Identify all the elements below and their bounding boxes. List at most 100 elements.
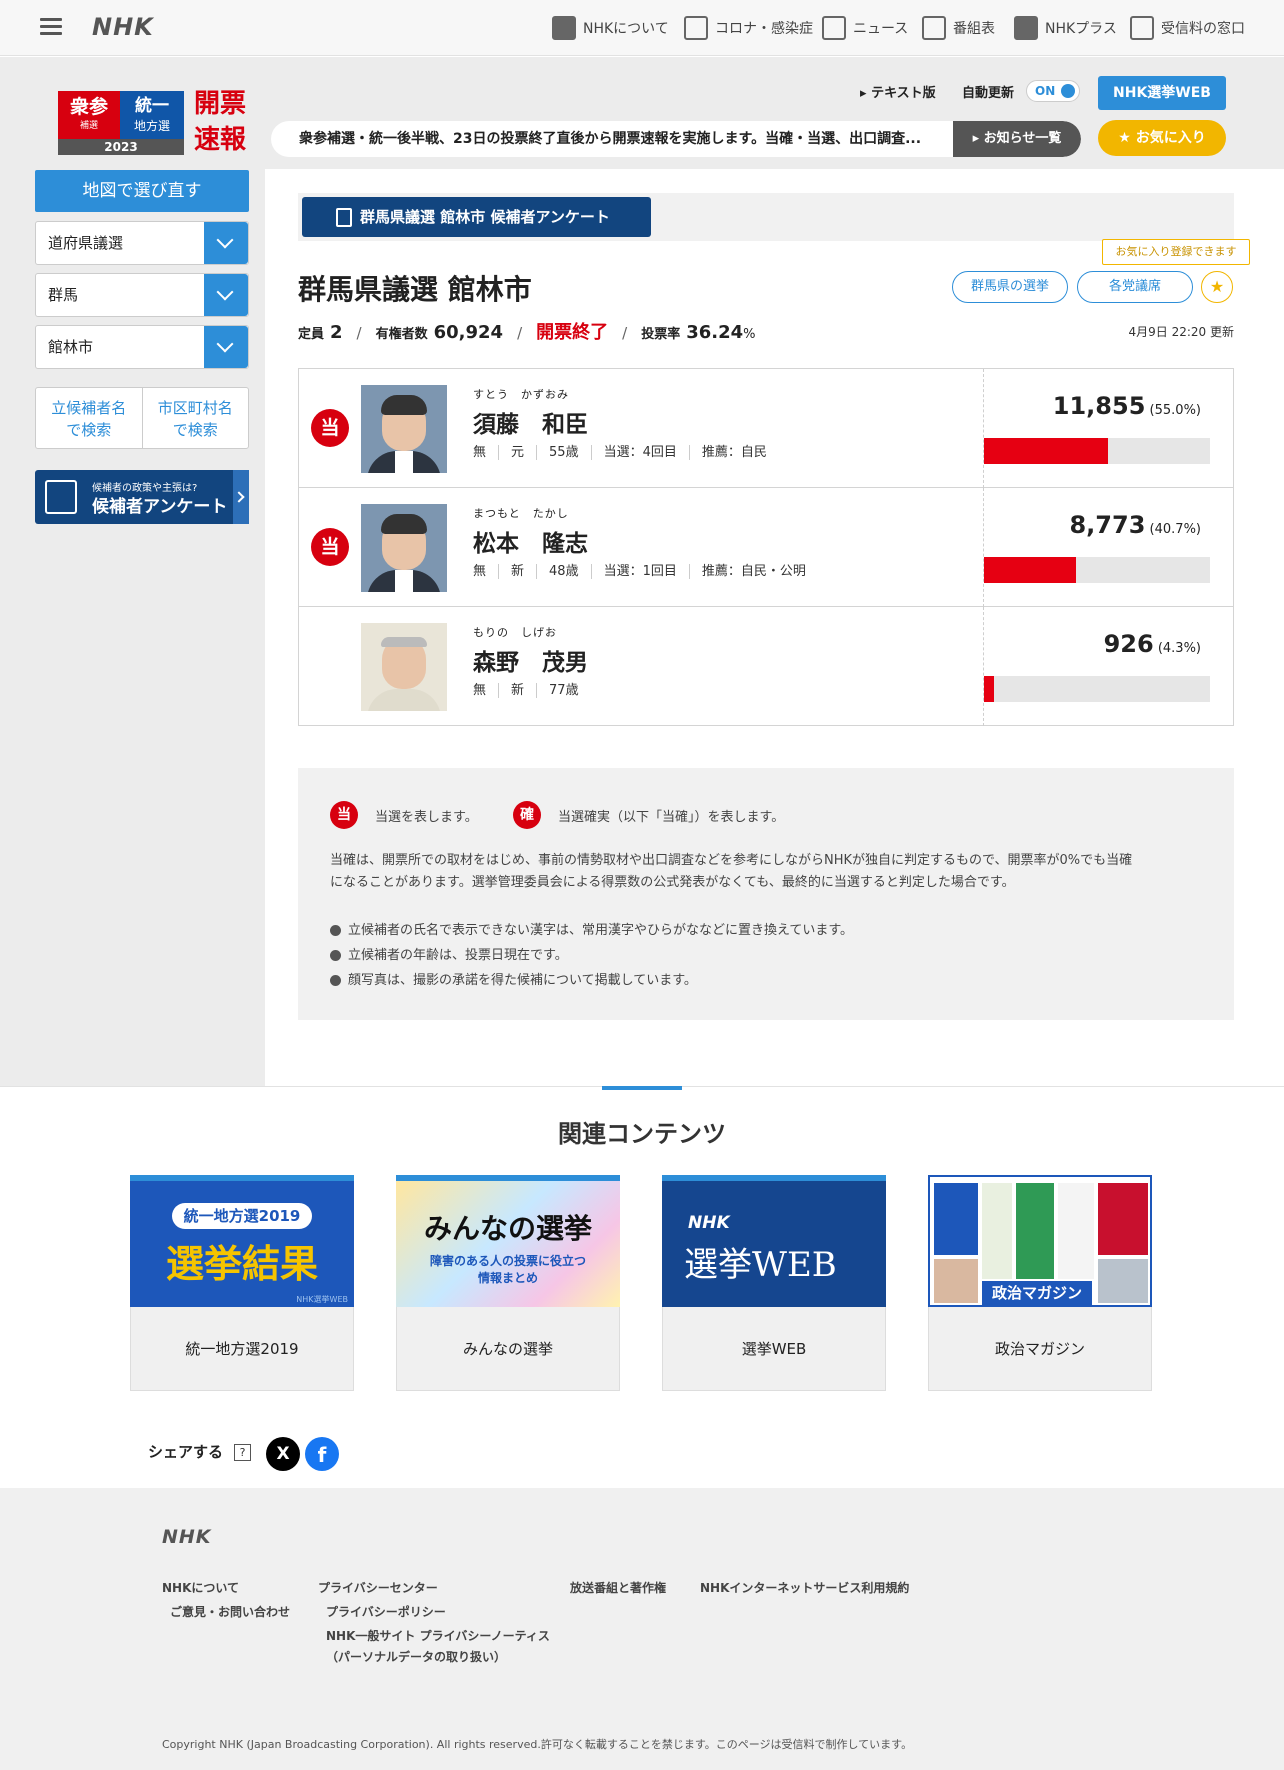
select-value: 道府県議選	[48, 234, 124, 252]
nav-news[interactable]: ニュース	[822, 14, 908, 42]
auto-update-toggle[interactable]: ON	[1026, 80, 1080, 102]
count-status: 開票終了	[536, 322, 609, 343]
candidate-name[interactable]: 須藤 和臣	[473, 405, 779, 439]
nav-program-guide[interactable]: 番組表	[922, 14, 995, 42]
card-caption: みんなの選挙	[462, 1340, 553, 1358]
vote-column: 926 (4.3%)	[983, 607, 1233, 726]
nav-label: ニュース	[853, 21, 909, 37]
footer-privacy-notice-link[interactable]: NHK一般サイト プライバシーノーティス （パーソナルデータの取り扱い）	[326, 1627, 550, 1665]
candidate-results-table: 当 すとう かずおみ 須藤 和臣 無 元 55歳 当選：4回目 推薦：自民 11…	[298, 368, 1234, 726]
live-results-headline: 開票 速報	[194, 86, 254, 158]
candidate-survey-banner[interactable]: 候補者の政策や主張は? 候補者アンケート	[35, 470, 249, 524]
search-by-candidate-link[interactable]: 立候補者名 で検索	[36, 388, 142, 448]
menu-icon[interactable]	[40, 18, 62, 36]
turnout-value: 36.24	[686, 322, 744, 343]
related-card-2019-results[interactable]: 統一地方選2019 選挙結果 NHK選挙WEB 統一地方選2019	[130, 1175, 354, 1391]
chevron-down-icon[interactable]	[204, 222, 248, 264]
logo-red-top: 衆参	[69, 96, 108, 118]
footer-contact-link[interactable]: ご意見・お問い合わせ	[170, 1603, 290, 1620]
select-value: 群馬	[48, 286, 79, 304]
prefecture-select[interactable]: 群馬	[35, 273, 249, 317]
candidate-age: 55歳	[536, 445, 591, 460]
candidate-info: もりの しげお 森野 茂男 無 新 77歳	[473, 624, 591, 698]
footer-about-link[interactable]: NHKについて	[162, 1579, 239, 1596]
logo-blue-bottom: 地方選	[133, 119, 170, 133]
survey-title: 候補者アンケート	[92, 497, 228, 517]
candidate-wins: 当選：1回目	[590, 564, 689, 579]
logo-red-block: 衆参 補選	[58, 91, 120, 139]
text-version-link[interactable]: ▸ テキスト版	[860, 82, 936, 101]
related-card-politics-magazine[interactable]: 政治マガジン 政治マガジン	[928, 1175, 1152, 1391]
thumb-mark: NHK選挙WEB	[296, 1295, 348, 1304]
footer-privacy-center-link[interactable]: プライバシーセンター	[318, 1579, 438, 1596]
card-thumbnail: 政治マガジン	[928, 1175, 1152, 1307]
candidate-age: 77歳	[536, 683, 591, 698]
nav-reception-fee[interactable]: 受信料の窓口	[1130, 14, 1245, 42]
candidate-meta: 無 新 48歳 当選：1回目 推薦：自民・公明	[473, 564, 818, 579]
candidate-party: 無	[473, 564, 487, 579]
vote-column: 8,773 (40.7%)	[983, 488, 1233, 607]
election-2023-logo[interactable]: 衆参 補選 統一 地方選 2023	[58, 91, 184, 155]
search-city-line-2: で検索	[172, 421, 218, 439]
prefecture-elections-link[interactable]: 群馬県の選挙	[952, 271, 1068, 303]
logo-year: 2023	[58, 139, 184, 155]
favorite-button[interactable]: ★ お気に入り	[1098, 120, 1226, 156]
nav-nhk-plus[interactable]: NHKプラス	[1014, 14, 1117, 42]
nav-corona[interactable]: コロナ・感染症	[684, 14, 813, 42]
headline-line-2: 速報	[194, 125, 247, 155]
chevron-down-icon[interactable]	[204, 274, 248, 316]
footer-copyright-link[interactable]: 放送番組と著作権	[570, 1579, 666, 1596]
district-stats: 定員 2 / 有権者数 60,924 / 開票終了 / 投票率 36.24 %	[298, 318, 756, 344]
notice-list-label: お知らせ一覧	[983, 131, 1062, 146]
card-caption: 統一地方選2019	[185, 1340, 299, 1358]
card-thumbnail: 統一地方選2019 選挙結果 NHK選挙WEB	[130, 1175, 354, 1307]
candidate-row: 当 まつもと たかし 松本 隆志 無 新 48歳 当選：1回目 推薦：自民・公明…	[299, 488, 1233, 607]
election-type-select[interactable]: 道府県議選	[35, 221, 249, 265]
notice-bar[interactable]: 衆参補選・統一後半戦、23日の投票終了直後から開票速報を実施します。当確・当選、…	[271, 121, 1081, 157]
x-share-icon[interactable]: X	[266, 1437, 300, 1471]
elected-badge: 当	[311, 528, 349, 566]
vote-share: (55.0%)	[1149, 403, 1201, 418]
share-help-icon[interactable]: ?	[234, 1444, 251, 1461]
related-card-election-web[interactable]: NHK 選挙WEB 選挙WEB	[662, 1175, 886, 1391]
candidate-party: 無	[473, 445, 487, 460]
favorite-tooltip: お気に入り登録できます	[1102, 239, 1250, 265]
footer-privacy-policy-link[interactable]: プライバシーポリシー	[326, 1603, 446, 1620]
candidate-meta: 無 新 77歳	[473, 683, 591, 698]
legend-elected-text: 当選を表します。	[375, 809, 478, 825]
thumb-subtitle-line-2: 情報まとめ	[477, 1271, 538, 1285]
election-web-button[interactable]: NHK選挙WEB	[1098, 76, 1226, 110]
legend-box: 当 当選を表します。 確 当選確実（以下「当確」）を表します。 当確は、開票所で…	[298, 768, 1234, 1020]
notice-list-button[interactable]: ▸ お知らせ一覧	[953, 121, 1081, 157]
search-by-city-link[interactable]: 市区町村名 で検索	[141, 388, 249, 448]
voters-value: 60,924	[433, 322, 504, 343]
legend-notes: 立候補者の氏名で表示できない漢字は、常用漢字やひらがななどに置き換えています。 …	[330, 918, 853, 993]
thumb-tag: 統一地方選2019	[172, 1203, 312, 1229]
thumb-subtitle: 障害のある人の投票に役立つ 情報まとめ	[396, 1253, 620, 1287]
privacy-notice-line-2: （パーソナルデータの取り扱い）	[326, 1650, 507, 1664]
party-seats-link[interactable]: 各党議席	[1077, 271, 1193, 303]
toggle-state: ON	[1035, 84, 1056, 98]
search-candidate-line-2: で検索	[66, 421, 112, 439]
footer-terms-link[interactable]: NHKインターネットサービス利用規約	[700, 1579, 909, 1596]
star-icon[interactable]: ★	[1201, 271, 1233, 303]
facebook-share-icon[interactable]: f	[305, 1437, 339, 1471]
reselect-by-map-button[interactable]: 地図で選び直す	[35, 170, 249, 212]
candidate-age: 48歳	[536, 564, 591, 579]
vote-share: (40.7%)	[1149, 522, 1201, 537]
district-survey-button[interactable]: 群馬県議選 館林市 候補者アンケート	[302, 197, 651, 237]
candidate-name[interactable]: 松本 隆志	[473, 524, 818, 558]
vote-count: 926 (4.3%)	[1104, 630, 1201, 658]
nhk-logo[interactable]: NHK	[92, 13, 154, 41]
nav-nhk-about[interactable]: NHKについて	[552, 14, 669, 42]
candidate-meta: 無 元 55歳 当選：4回目 推薦：自民	[473, 445, 779, 460]
chevron-down-icon[interactable]	[204, 326, 248, 368]
legend-note: 顔写真は、撮影の承諾を得た候補について掲載しています。	[330, 968, 853, 993]
candidate-name[interactable]: 森野 茂男	[473, 643, 591, 677]
share-label: シェアする	[148, 1443, 224, 1461]
candidate-kana: まつもと たかし	[473, 507, 569, 520]
city-select[interactable]: 館林市	[35, 325, 249, 369]
footer-nhk-logo[interactable]: NHK	[162, 1526, 212, 1548]
elected-badge: 当	[311, 409, 349, 447]
related-card-minna-senkyo[interactable]: みんなの選挙 障害のある人の投票に役立つ 情報まとめ みんなの選挙	[396, 1175, 620, 1391]
